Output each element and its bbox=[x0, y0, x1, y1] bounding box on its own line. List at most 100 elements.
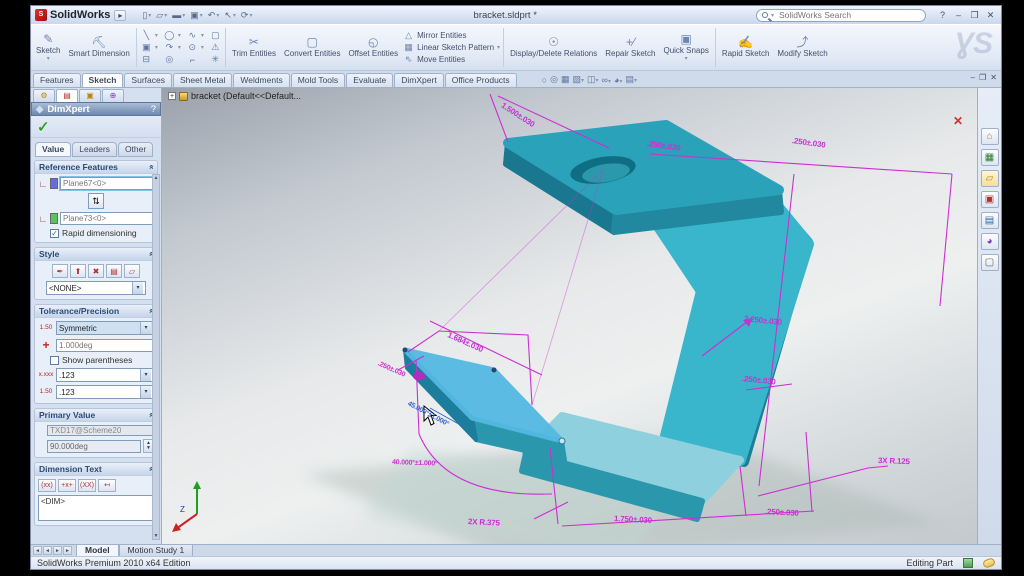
leader-text-button[interactable]: ↤ bbox=[98, 479, 116, 492]
custom-properties-icon[interactable]: ◕ bbox=[981, 233, 999, 250]
offset-text-button[interactable]: (XX) bbox=[78, 479, 96, 492]
plane2-input[interactable] bbox=[60, 212, 154, 225]
tab-hole-point[interactable] bbox=[413, 372, 425, 381]
tab-scroll-first-icon[interactable]: ◄ bbox=[33, 546, 42, 555]
motion-study-tab[interactable]: Motion Study 1 bbox=[119, 544, 194, 556]
arc-tool-icon[interactable]: ↷ bbox=[163, 42, 176, 53]
property-manager-tab[interactable]: ▤ bbox=[56, 89, 78, 102]
display-style-icon[interactable]: ▧▾ bbox=[572, 74, 584, 85]
circle-tool-icon[interactable]: ◯ bbox=[163, 30, 176, 41]
apply-default-style-button[interactable]: ✒ bbox=[52, 264, 68, 278]
quick-tips-icon[interactable] bbox=[963, 558, 973, 568]
tab-office-products[interactable]: Office Products bbox=[445, 73, 517, 87]
tab-leaders[interactable]: Leaders bbox=[72, 142, 117, 157]
linear-sketch-pattern-button[interactable]: ▦ Linear Sketch Pattern ▾ bbox=[403, 42, 500, 53]
menu-expand-arrow-icon[interactable]: ▸ bbox=[114, 10, 126, 21]
swap-planes-button[interactable]: ⇅ bbox=[88, 193, 104, 209]
scroll-up-icon[interactable]: ▲ bbox=[154, 175, 159, 181]
tolerance-type-dropdown[interactable]: Symmetric ▾ bbox=[56, 321, 154, 335]
vertex-marker[interactable] bbox=[559, 438, 565, 444]
rebuild-icon[interactable]: ⟳▾ bbox=[239, 10, 255, 21]
open-icon[interactable]: ▱▾ bbox=[154, 10, 169, 21]
feature-manager-tab[interactable]: ⚙ bbox=[33, 89, 55, 102]
polygon-tool-icon[interactable]: ⚠ bbox=[209, 42, 222, 53]
tab-scroll-prev-icon[interactable]: ◄ bbox=[43, 546, 52, 555]
tab-scroll-next-icon[interactable]: ► bbox=[53, 546, 62, 555]
center-text-button[interactable]: +x+ bbox=[58, 479, 76, 492]
ellipse-tool-icon[interactable]: ⊙ bbox=[186, 42, 199, 53]
feature-tree-root[interactable]: + bracket (Default<<Default... bbox=[168, 91, 301, 101]
accept-check-icon[interactable]: ✓ bbox=[37, 118, 50, 136]
tab-evaluate[interactable]: Evaluate bbox=[346, 73, 393, 87]
fillet-tool-icon[interactable]: ⌐ bbox=[186, 55, 199, 65]
appearance-icon[interactable]: ◕▾ bbox=[614, 75, 622, 85]
checkbox-checked-icon[interactable]: ✓ bbox=[50, 229, 59, 238]
rectangle-tool-icon[interactable]: ▢ bbox=[209, 30, 222, 41]
add-parenthesis-button[interactable]: (xx) bbox=[38, 479, 56, 492]
modify-sketch-button[interactable]: ⤴ Modify Sketch bbox=[774, 26, 830, 69]
cancel-red-x-icon[interactable]: ✕ bbox=[953, 114, 963, 128]
trim-entities-button[interactable]: ✂ Trim Entities bbox=[229, 26, 279, 69]
tab-scroll-last-icon[interactable]: ► bbox=[63, 546, 72, 555]
save-style-button[interactable]: ▤ bbox=[106, 264, 122, 278]
convert-entities-button[interactable]: ▢ Convert Entities bbox=[281, 26, 343, 69]
panel-help-icon[interactable]: ? bbox=[151, 104, 156, 115]
select-icon[interactable]: ↖▾ bbox=[222, 10, 238, 21]
dimension-text-area[interactable]: <DIM> bbox=[38, 495, 154, 521]
minimize-button[interactable]: – bbox=[952, 10, 965, 20]
mirror-entities-button[interactable]: △ Mirror Entities bbox=[403, 30, 500, 41]
file-explorer-icon[interactable]: ▱ bbox=[981, 170, 999, 187]
tab-value[interactable]: Value bbox=[35, 142, 71, 157]
rapid-sketch-button[interactable]: ✍ Rapid Sketch bbox=[719, 26, 773, 69]
tolerance-precision-dropdown[interactable]: .123 ▾ bbox=[56, 385, 154, 399]
tab-dimxpert[interactable]: DimXpert bbox=[394, 73, 443, 87]
tab-features[interactable]: Features bbox=[33, 73, 81, 87]
collapse-icon[interactable]: » bbox=[146, 165, 156, 170]
load-style-button[interactable]: ▱ bbox=[124, 264, 140, 278]
close-button[interactable]: ✕ bbox=[984, 10, 997, 21]
quick-snaps-button[interactable]: ▣ Quick Snaps▾ bbox=[660, 26, 711, 69]
search-dropdown-icon[interactable]: ▾ bbox=[771, 12, 774, 19]
slot-tool-icon[interactable]: ⊟ bbox=[140, 54, 153, 65]
search-input[interactable] bbox=[777, 9, 920, 21]
save-icon[interactable]: ▬▾ bbox=[170, 10, 187, 20]
tab-mold-tools[interactable]: Mold Tools bbox=[291, 73, 345, 87]
style-dropdown[interactable]: <NONE> ▾ bbox=[46, 281, 146, 295]
new-icon[interactable]: ▯▾ bbox=[140, 10, 153, 21]
zoom-fit-icon[interactable]: ○ bbox=[542, 75, 547, 85]
show-parentheses-checkbox[interactable]: Show parentheses bbox=[38, 355, 154, 365]
dimension-label[interactable]: 1.750±.030 bbox=[614, 514, 652, 525]
expand-tree-icon[interactable]: + bbox=[168, 92, 176, 100]
document-recovery-icon[interactable]: ▢ bbox=[981, 254, 999, 271]
scene-icon[interactable]: ▤▾ bbox=[625, 74, 637, 85]
dropdown-caret-icon[interactable]: ▾ bbox=[140, 322, 151, 334]
vertex-marker[interactable] bbox=[492, 368, 497, 373]
wireframe-icon[interactable]: ▦ bbox=[561, 74, 570, 85]
tab-sketch[interactable]: Sketch bbox=[82, 73, 124, 87]
restore-button[interactable]: ❐ bbox=[968, 10, 981, 21]
corner-rectangle-tool-icon[interactable]: ▣ bbox=[140, 42, 153, 53]
move-entities-button[interactable]: ⇖ Move Entities bbox=[403, 54, 500, 65]
hide-show-icon[interactable]: ∞▾ bbox=[602, 75, 611, 85]
configuration-manager-tab[interactable]: ▣ bbox=[79, 89, 101, 102]
dimension-label[interactable]: .250±.030 bbox=[765, 507, 799, 518]
dropdown-caret-icon[interactable]: ▾ bbox=[140, 369, 151, 381]
tab-other[interactable]: Other bbox=[118, 142, 153, 157]
scroll-down-icon[interactable]: ▼ bbox=[154, 533, 159, 539]
doc-restore-icon[interactable]: ❐ bbox=[979, 73, 986, 82]
solidworks-resources-icon[interactable]: ⌂ bbox=[981, 128, 999, 145]
graphics-viewport[interactable]: Z + bracket (Default<<Default... ✕ 1.500… bbox=[162, 88, 977, 544]
help-button[interactable]: ? bbox=[936, 10, 949, 20]
rapid-dimensioning-checkbox[interactable]: ✓ Rapid dimensioning bbox=[38, 228, 154, 238]
panel-scrollbar[interactable]: ▲ ▼ bbox=[152, 174, 160, 540]
print-icon[interactable]: ▣▾ bbox=[188, 10, 205, 21]
plane1-input[interactable] bbox=[60, 177, 154, 190]
repair-sketch-button[interactable]: +⁄ Repair Sketch bbox=[602, 26, 658, 69]
design-library-icon[interactable]: ▦ bbox=[981, 149, 999, 166]
line-tool-icon[interactable]: ╲ bbox=[140, 30, 153, 41]
offset-entities-button[interactable]: ◵ Offset Entities bbox=[345, 26, 401, 69]
display-delete-relations-button[interactable]: ☉ Display/Delete Relations bbox=[507, 26, 600, 69]
section-view-icon[interactable]: ◫▾ bbox=[587, 74, 599, 85]
smart-dimension-button[interactable]: ⛏ Smart Dimension bbox=[65, 26, 132, 69]
checkbox-unchecked-icon[interactable] bbox=[50, 356, 59, 365]
